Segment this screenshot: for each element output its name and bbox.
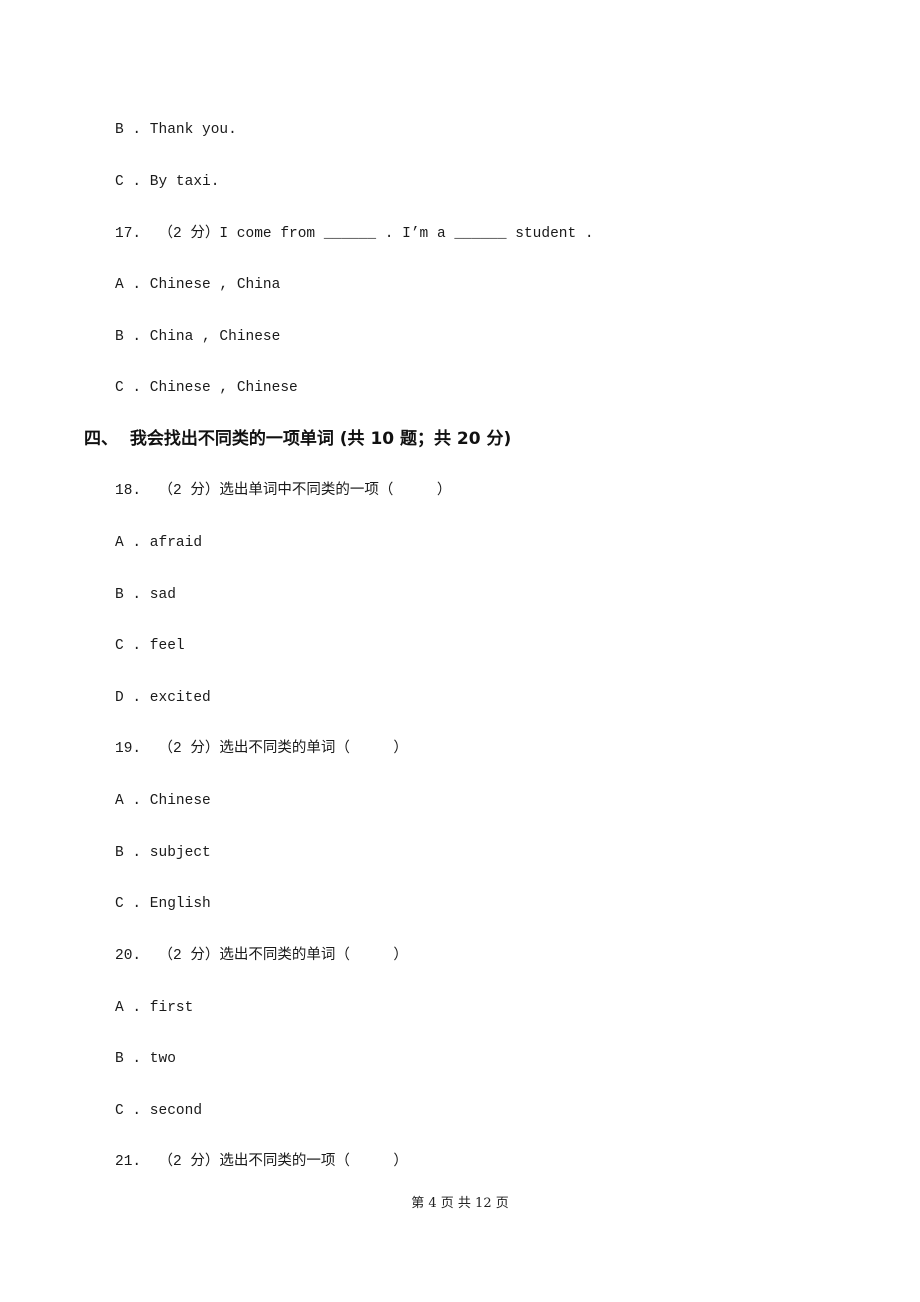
question-17: 17. （2 分）I come from ______ . I’m a ____… [115, 226, 594, 242]
question-21: 21. （2 分）选出不同类的一项（ ） [115, 1154, 408, 1170]
option-q20-b: B . two [115, 1051, 176, 1067]
option-q19-a: A . Chinese [115, 793, 211, 809]
section-heading: 四、 我会找出不同类的一项单词 (共 10 题；共 20 分) [84, 429, 512, 449]
option-q19-c: C . English [115, 896, 211, 912]
option-q16-b: B . Thank you. [115, 122, 237, 138]
option-q17-c: C . Chinese , Chinese [115, 380, 298, 396]
option-q17-b: B . China , Chinese [115, 329, 281, 345]
option-q20-c: C . second [115, 1103, 203, 1119]
question-19: 19. （2 分）选出不同类的单词（ ） [115, 741, 408, 757]
option-q18-b: B . sad [115, 587, 176, 603]
question-20: 20. （2 分）选出不同类的单词（ ） [115, 948, 408, 964]
option-q17-a: A . Chinese , China [115, 277, 281, 293]
option-q18-d: D . excited [115, 690, 211, 706]
option-q18-a: A . afraid [115, 535, 203, 551]
question-18: 18. （2 分）选出单词中不同类的一项（ ） [115, 483, 452, 499]
option-q16-c: C . By taxi. [115, 174, 220, 190]
option-q19-b: B . subject [115, 845, 211, 861]
page-footer: 第 4 页 共 12 页 [411, 1196, 509, 1211]
option-q20-a: A . first [115, 1000, 194, 1016]
option-q18-c: C . feel [115, 638, 185, 654]
